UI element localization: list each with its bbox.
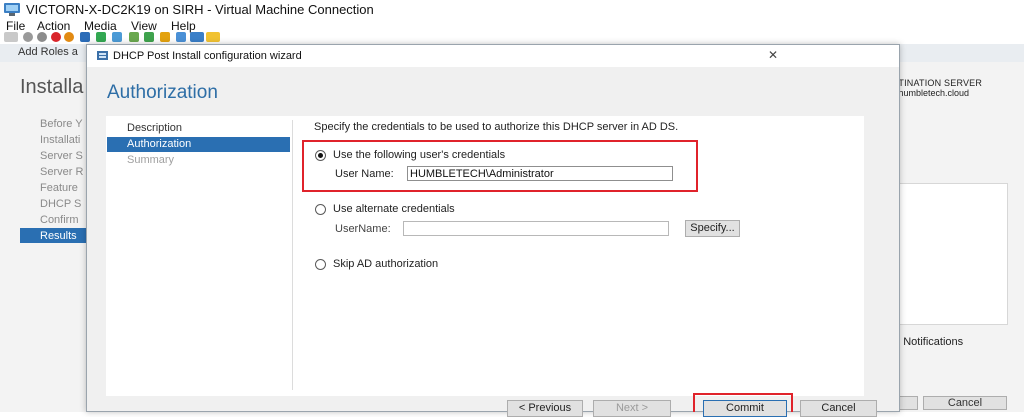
installation-heading: Installa	[20, 76, 84, 98]
radio-alternate-credentials[interactable]	[315, 204, 326, 215]
save-state-icon[interactable]	[64, 32, 74, 42]
radio-skip-authorization[interactable]	[315, 259, 326, 270]
vm-menubar: File Action Media View Help	[0, 19, 1024, 33]
revert-icon[interactable]	[129, 32, 139, 42]
vm-connection-icon	[4, 3, 20, 16]
radio-skip-authorization-label[interactable]: Skip AD authorization	[333, 258, 438, 270]
menu-view[interactable]: View	[131, 19, 157, 33]
destination-server-label: ESTINATION SERVER	[886, 78, 983, 88]
fullscreen-icon[interactable]	[190, 32, 204, 42]
vm-toolbar	[0, 32, 240, 44]
vm-window-title: VICTORN-X-DC2K19 on SIRH - Virtual Machi…	[26, 2, 374, 17]
bg-step-dhcp-server: DHCP S	[40, 198, 82, 210]
page-title: Authorization	[107, 82, 218, 103]
bg-step-results-label: Results	[40, 230, 77, 242]
start-icon[interactable]	[23, 32, 33, 42]
turn-off-icon[interactable]	[37, 32, 47, 42]
specify-button[interactable]: Specify...	[685, 220, 740, 237]
alternate-username-input[interactable]	[403, 221, 669, 236]
checkpoint-icon[interactable]	[112, 32, 122, 42]
next-button: Next >	[593, 400, 671, 417]
bg-button[interactable]	[898, 396, 918, 410]
bg-step-server-selection: Server S	[40, 150, 83, 162]
menu-action[interactable]: Action	[37, 19, 70, 33]
instruction-text: Specify the credentials to be used to au…	[314, 121, 679, 133]
previous-button[interactable]: < Previous	[507, 400, 583, 417]
dialog-title: DHCP Post Install configuration wizard	[113, 50, 302, 62]
menu-file[interactable]: File	[6, 19, 25, 33]
add-roles-title: Add Roles a	[18, 46, 78, 58]
bg-step-installation-type: Installati	[40, 134, 81, 146]
menu-media[interactable]: Media	[84, 19, 117, 33]
bg-cancel-button[interactable]: Cancel	[923, 396, 1007, 410]
ctrl-alt-del-icon[interactable]	[4, 32, 18, 42]
menu-help[interactable]: Help	[171, 19, 196, 33]
nav-item-description[interactable]: Description	[107, 121, 290, 136]
screen-icon[interactable]	[176, 32, 186, 42]
radio-alternate-credentials-label[interactable]: Use alternate credentials	[333, 203, 455, 215]
reset-icon[interactable]	[96, 32, 106, 42]
server-manager-icon	[97, 51, 108, 60]
share-icon[interactable]	[160, 32, 170, 42]
cancel-button[interactable]: Cancel	[800, 400, 877, 417]
shutdown-icon[interactable]	[51, 32, 61, 42]
bg-step-confirmation: Confirm	[40, 214, 79, 226]
nav-divider	[292, 120, 293, 390]
bg-step-before-you-begin: Before Y	[40, 118, 83, 130]
folder-icon[interactable]	[206, 32, 220, 42]
alternate-username-label: UserName:	[335, 223, 391, 235]
nav-item-authorization[interactable]: Authorization	[107, 137, 290, 152]
highlight-box-credentials	[302, 140, 698, 192]
nav-item-summary: Summary	[127, 154, 175, 166]
enhanced-session-icon[interactable]	[144, 32, 154, 42]
close-icon[interactable]: ✕	[768, 48, 778, 62]
highlight-box-commit	[693, 393, 793, 412]
bg-step-server-roles: Server R	[40, 166, 84, 178]
bg-progress-panel	[898, 183, 1008, 325]
bg-step-features: Feature	[40, 182, 78, 194]
pause-icon[interactable]	[80, 32, 90, 42]
